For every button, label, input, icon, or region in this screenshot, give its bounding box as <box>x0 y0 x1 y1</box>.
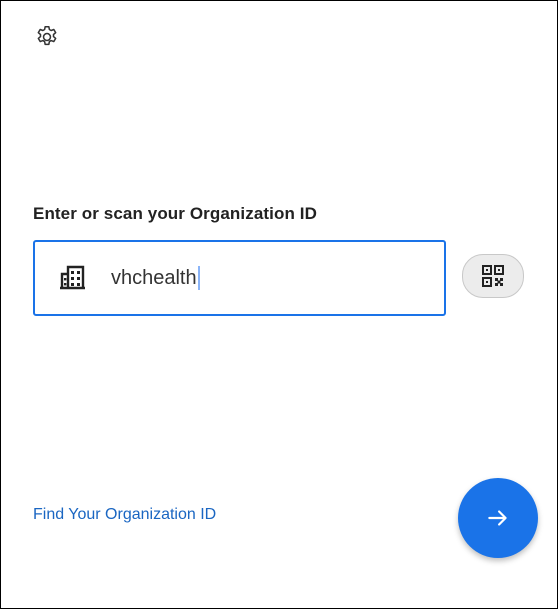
org-id-value-text: vhchealth <box>111 266 197 289</box>
settings-button[interactable] <box>33 23 61 51</box>
org-id-heading: Enter or scan your Organization ID <box>33 204 317 223</box>
gear-icon <box>37 25 57 46</box>
org-id-input[interactable]: vhchealth <box>33 240 446 316</box>
find-org-id-link[interactable]: Find Your Organization ID <box>33 506 216 524</box>
qr-code-icon <box>482 265 504 287</box>
building-icon <box>60 265 85 290</box>
org-id-value: vhchealth <box>111 264 200 292</box>
next-button[interactable] <box>458 478 538 558</box>
arrow-right-icon <box>488 510 507 526</box>
scan-qr-button[interactable] <box>462 254 524 298</box>
text-caret <box>197 266 200 290</box>
org-id-screen: Enter or scan your Organization ID vhche… <box>0 0 558 609</box>
